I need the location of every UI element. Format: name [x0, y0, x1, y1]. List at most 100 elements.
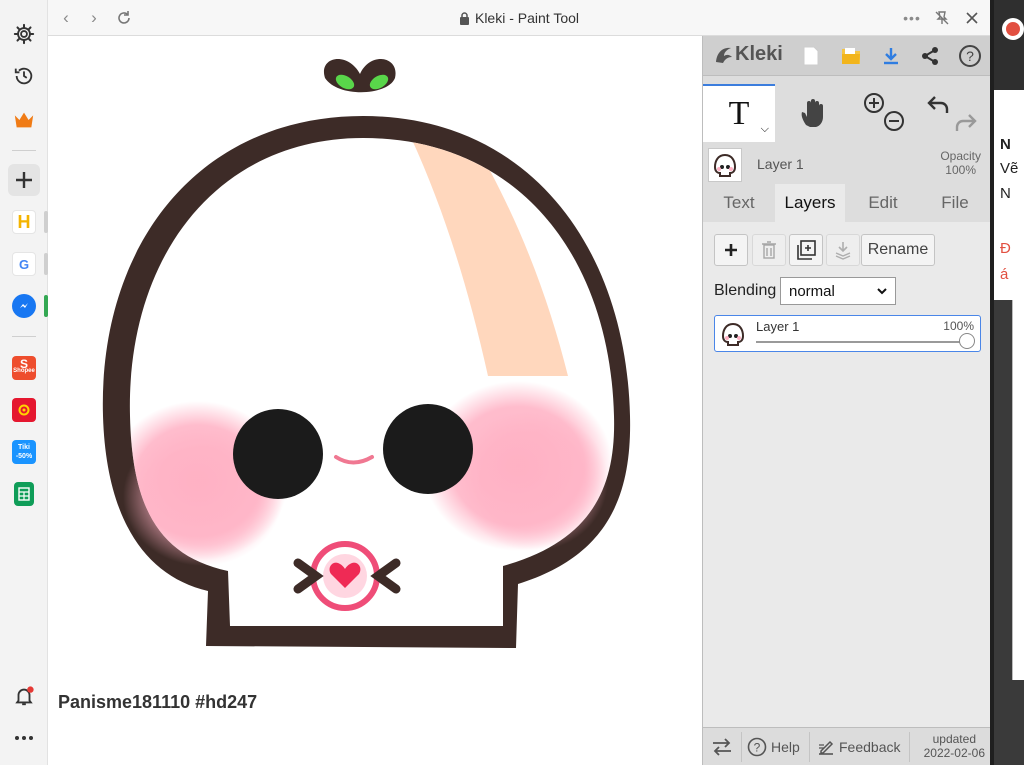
text-tool-label: T [728, 95, 750, 132]
tab-edit[interactable]: Edit [848, 184, 918, 222]
new-file-icon[interactable] [796, 41, 826, 71]
redo-icon[interactable] [955, 114, 977, 131]
svg-text:?: ? [754, 741, 761, 755]
layer-thumbnail [708, 148, 742, 182]
swap-side-button[interactable] [711, 728, 733, 765]
text-tool-button[interactable]: T ⌵ [703, 84, 775, 142]
lazada-icon[interactable] [8, 394, 40, 426]
history-icon[interactable] [8, 60, 40, 92]
adjacent-text: Vẽ [1000, 160, 1019, 177]
shopee-icon[interactable]: S Shopee [8, 352, 40, 384]
layers-panel: Rename Blending normal Layer 1 100% [703, 222, 991, 727]
close-icon[interactable] [960, 6, 984, 30]
current-layer-info: Layer 1 Opacity 100% [703, 146, 991, 182]
adjacent-window: ‹ N Vẽ N Đ á [990, 0, 1024, 765]
tab-file[interactable]: File [920, 184, 990, 222]
kleki-panel: Kleki ? T ⌵ Layer 1 Opacity 100% Text La… [702, 36, 991, 765]
adjacent-window-frame [1012, 300, 1024, 680]
sidebar-divider [12, 150, 36, 151]
canvas-caption: Panisme181110 #hd247 [58, 692, 258, 712]
hand-icon [801, 99, 823, 127]
delete-layer-button[interactable] [752, 234, 786, 266]
tab-text[interactable]: Text [704, 184, 774, 222]
trash-icon [762, 241, 776, 259]
add-icon[interactable] [8, 164, 40, 196]
adjacent-text: N [1000, 136, 1011, 153]
swap-arrows-icon [713, 738, 731, 756]
duplicate-icon [797, 240, 816, 260]
more-icon[interactable] [8, 722, 40, 754]
share-icon[interactable] [915, 41, 945, 71]
adjacent-text: N [1000, 185, 1011, 202]
feedback-icon [819, 740, 834, 755]
canvas-artwork [102, 58, 631, 648]
merge-layer-button[interactable] [826, 234, 860, 266]
chevron-down-icon [877, 288, 887, 295]
chevron-down-icon[interactable]: ⌵ [761, 123, 769, 136]
undo-redo-buttons [919, 84, 987, 142]
layer-list-item[interactable]: Layer 1 100% [714, 315, 981, 352]
adjacent-app-logo-icon[interactable] [1002, 18, 1024, 40]
add-layer-button[interactable] [714, 234, 748, 266]
messenger-icon[interactable] [8, 290, 40, 322]
hand-tool-button[interactable] [777, 84, 849, 142]
current-layer-opacity: Opacity 100% [940, 149, 981, 177]
blending-label: Blending [714, 282, 777, 299]
window-title-text: Kleki - Paint Tool [474, 10, 579, 26]
unpin-icon[interactable] [930, 6, 954, 30]
updated-date: 2022-02-06 [923, 746, 985, 760]
h-app-icon[interactable]: H [8, 206, 40, 238]
browser-sidebar: H G S Shopee Tiki -50% [0, 0, 48, 765]
sheets-icon[interactable] [8, 478, 40, 510]
help-label: Help [771, 739, 800, 755]
adjacent-text: á [1000, 266, 1009, 283]
kleki-header: Kleki ? [703, 36, 991, 76]
zoom-out-icon[interactable] [884, 111, 904, 131]
rename-layer-button[interactable]: Rename [861, 234, 935, 266]
layer-thumbnail [716, 317, 749, 350]
drawing-canvas[interactable]: Panisme181110 #hd247 [48, 36, 702, 765]
adjacent-window-content: N Vẽ N Đ á [994, 90, 1024, 300]
opacity-label: Opacity [940, 149, 981, 163]
more-options-icon[interactable]: ••• [900, 6, 924, 30]
blending-value: normal [789, 282, 835, 300]
feedback-button[interactable]: Feedback [817, 728, 900, 765]
kleki-logo-text: Kleki [735, 43, 783, 65]
window-title: Kleki - Paint Tool [48, 10, 990, 28]
sidebar-divider [12, 336, 36, 337]
footer-divider [741, 732, 742, 762]
updated-label: updated [932, 732, 976, 746]
settings-icon[interactable] [8, 18, 40, 50]
svg-text:?: ? [966, 48, 974, 64]
merge-down-icon [835, 242, 851, 260]
panel-tabs: Text Layers Edit File [703, 184, 991, 222]
layer-name: Layer 1 [756, 319, 800, 334]
updated-info: updated 2022-02-06 [924, 732, 985, 760]
kleki-logo[interactable]: Kleki [713, 43, 783, 66]
help-icon[interactable]: ? [955, 41, 985, 71]
tool-row: T ⌵ [703, 84, 991, 144]
blending-select[interactable]: normal [780, 277, 896, 305]
notifications-icon[interactable] [8, 680, 40, 712]
current-layer-name: Layer 1 [757, 156, 804, 172]
tab-layers[interactable]: Layers [775, 184, 845, 222]
zoom-in-icon[interactable] [864, 93, 884, 113]
layer-opacity-value: 100% [943, 319, 974, 333]
download-icon[interactable] [876, 41, 906, 71]
zoom-buttons [853, 84, 915, 142]
undo-icon[interactable] [927, 96, 949, 113]
kleki-logo-icon [716, 47, 732, 63]
google-icon[interactable]: G [8, 248, 40, 280]
adjacent-text: Đ [1000, 240, 1011, 257]
layer-opacity-slider[interactable] [756, 341, 968, 343]
open-file-icon[interactable] [836, 41, 866, 71]
duplicate-layer-button[interactable] [789, 234, 823, 266]
layer-opacity-handle[interactable] [959, 333, 975, 349]
lock-icon [459, 12, 470, 28]
crown-icon[interactable] [8, 104, 40, 136]
footer-divider [809, 732, 810, 762]
tiki-icon[interactable]: Tiki -50% [8, 436, 40, 468]
feedback-label: Feedback [839, 739, 901, 755]
help-button[interactable]: ? Help [747, 728, 800, 765]
adjacent-window-header: ‹ [994, 0, 1024, 106]
